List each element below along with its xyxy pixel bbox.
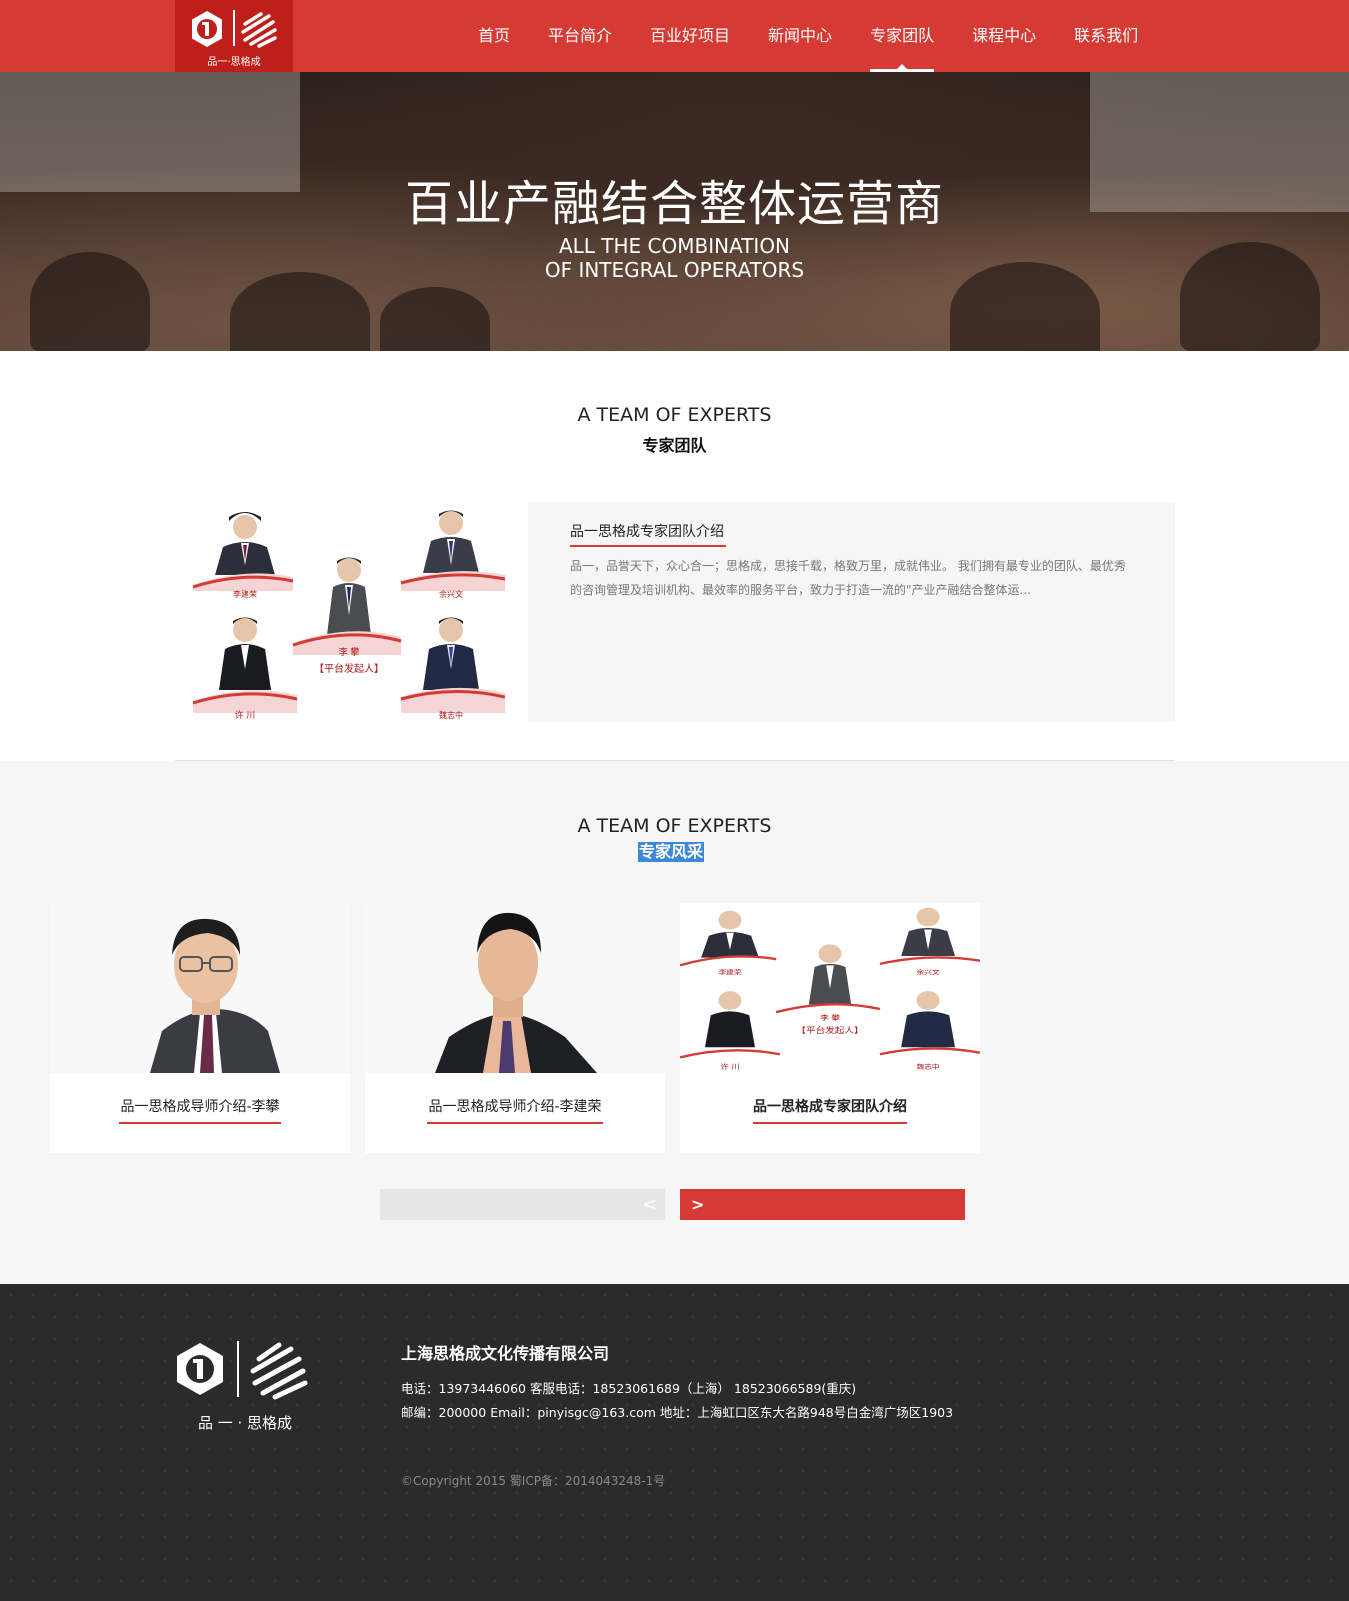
nav-item-projects[interactable]: 百业好项目 bbox=[650, 0, 730, 72]
expert-portrait-1 bbox=[150, 918, 280, 1073]
expert-card-team[interactable]: 李建荣 余兴文 李 攀 【平台发起人】 许 川 魏志中 品一思格成专家团队介绍 bbox=[680, 903, 980, 1153]
team-section-title-en: A TEAM OF EXPERTS bbox=[577, 404, 772, 426]
expert-portrait-2 bbox=[435, 912, 597, 1073]
footer-logo-text: 品 一 · 思格成 bbox=[197, 1414, 293, 1432]
banner-crowd-shape bbox=[230, 272, 370, 351]
banner-subtitle-2: OF INTEGRAL OPERATORS bbox=[544, 258, 805, 282]
expert-caption-li-jianrong[interactable]: 品一思格成导师介绍-李建荣 bbox=[365, 1096, 665, 1116]
expert-caption-underline bbox=[119, 1122, 281, 1124]
expert-team-illustration: 李建荣 余兴文 李 攀 【平台发起人】 许 川 魏志中 bbox=[680, 907, 980, 1071]
team-photo-name-5: 魏志中 bbox=[439, 710, 463, 720]
expert-photo-li-jianrong bbox=[365, 903, 665, 1073]
team-photo-name-2: 余兴文 bbox=[439, 589, 463, 599]
team-photo-name-1: 李建荣 bbox=[233, 589, 257, 599]
expert-photo-team: 李建荣 余兴文 李 攀 【平台发起人】 许 川 魏志中 bbox=[680, 903, 980, 1073]
hero-banner: 百业产融结合整体运营商 ALL THE COMBINATION OF INTEG… bbox=[0, 72, 1349, 351]
nav-item-experts[interactable]: 专家团队 bbox=[870, 0, 935, 72]
nav-item-contact[interactable]: 联系我们 bbox=[1074, 0, 1138, 72]
expert-caption-team[interactable]: 品一思格成专家团队介绍 bbox=[680, 1096, 980, 1116]
nav-item-about[interactable]: 平台简介 bbox=[548, 0, 612, 72]
carousel-next-button[interactable]: > bbox=[680, 1189, 965, 1220]
expert-caption-underline bbox=[427, 1122, 603, 1124]
site-header: 品一·思格成 首页 平台简介 百业好项目 新闻中心 专家团队 课程中心 联系我们 bbox=[0, 0, 1349, 72]
banner-title: 百业产融结合整体运营商 bbox=[404, 176, 944, 232]
logo-divider bbox=[233, 10, 235, 46]
team-group-illustration: 李建荣 余兴文 李 攀 【平台发起人】 许 川 魏志中 bbox=[192, 510, 506, 720]
team-thumb-name-1: 李建荣 bbox=[718, 969, 741, 977]
style-section-title-cn: 专家风采 bbox=[638, 842, 705, 862]
style-section-title-en: A TEAM OF EXPERTS bbox=[577, 815, 772, 837]
footer-copyright: ©Copyright 2015 蜀ICP备：2014043248-1号 bbox=[401, 1474, 666, 1488]
expert-photo-li-pan bbox=[50, 903, 350, 1073]
team-group-photo[interactable]: 李建荣 余兴文 李 攀 【平台发起人】 许 川 魏志中 bbox=[192, 505, 506, 723]
banner-crowd-shape bbox=[380, 287, 490, 351]
logo-text: 品一·思格成 bbox=[207, 57, 261, 68]
team-thumb-name-2: 余兴文 bbox=[917, 969, 940, 977]
footer-contact-line-1: 电话：13973446060 客服电话：18523061689（上海） 1852… bbox=[401, 1381, 857, 1396]
team-photo-name-3: 李 攀 bbox=[339, 646, 360, 657]
expert-card-li-jianrong[interactable]: 品一思格成导师介绍-李建荣 bbox=[365, 903, 665, 1153]
expert-caption-li-pan[interactable]: 品一思格成导师介绍-李攀 bbox=[50, 1096, 350, 1116]
team-thumb-name-3: 李 攀 bbox=[820, 1013, 840, 1022]
site-logo[interactable]: 品一·思格成 bbox=[175, 0, 293, 72]
team-photo-name-4: 许 川 bbox=[235, 709, 256, 720]
site-footer bbox=[0, 1284, 1349, 1601]
main-nav: 首页 平台简介 百业好项目 新闻中心 专家团队 课程中心 联系我们 bbox=[478, 0, 1176, 72]
team-photo-role: 【平台发起人】 bbox=[314, 662, 384, 675]
footer-contact-line-2: 邮编：200000 Email：pinyisgc@163.com 地址：上海虹口… bbox=[401, 1405, 954, 1420]
nav-item-home[interactable]: 首页 bbox=[478, 0, 510, 72]
team-intro-title[interactable]: 品一思格成专家团队介绍 bbox=[570, 521, 724, 541]
expert-caption-underline bbox=[753, 1122, 907, 1124]
logo-hexagon-icon bbox=[192, 11, 222, 47]
carousel-prev-button[interactable]: < bbox=[380, 1189, 665, 1220]
team-thumb-name-4: 许 川 bbox=[720, 1062, 740, 1071]
nav-item-news[interactable]: 新闻中心 bbox=[768, 0, 832, 72]
team-section-title-cn: 专家团队 bbox=[642, 436, 707, 455]
nav-item-courses[interactable]: 课程中心 bbox=[972, 0, 1036, 72]
team-intro-card[interactable]: 品一思格成专家团队介绍 品一，品誉天下，众心合一；思格成，思接千载，格致万里，成… bbox=[528, 502, 1175, 722]
team-intro-underline bbox=[570, 545, 726, 547]
team-intro-text: 品一，品誉天下，众心合一；思格成，思接千载，格致万里，成就伟业。 我们拥有最专业… bbox=[570, 559, 1126, 597]
banner-subtitle-1: ALL THE COMBINATION bbox=[558, 234, 791, 258]
footer-company-name: 上海思格成文化传播有限公司 bbox=[401, 1344, 610, 1363]
team-thumb-name-5: 魏志中 bbox=[917, 1063, 940, 1071]
team-thumb-role: 【平台发起人】 bbox=[796, 1025, 863, 1035]
expert-card-li-pan[interactable]: 品一思格成导师介绍-李攀 bbox=[50, 903, 350, 1153]
logo-waves-icon bbox=[241, 12, 277, 48]
